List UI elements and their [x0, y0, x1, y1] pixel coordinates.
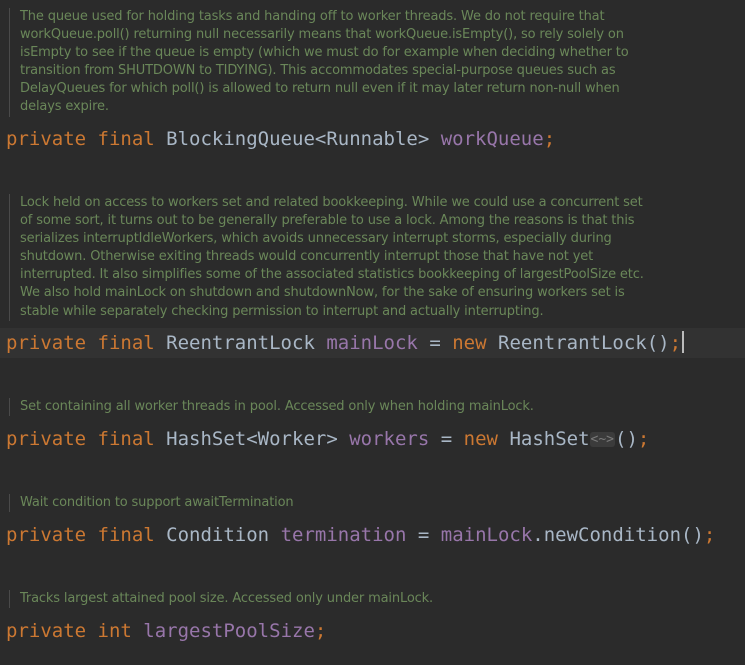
type-name[interactable]: ReentrantLock [166, 332, 315, 354]
call-target[interactable]: mainLock [441, 524, 533, 546]
field-name[interactable]: workQueue [441, 128, 544, 150]
doc-line: shutdown. Otherwise exiting threads woul… [20, 249, 594, 265]
field-name[interactable]: termination [281, 524, 407, 546]
new-keyword: new [463, 428, 498, 450]
assign-operator: = [417, 524, 430, 546]
code-line-mainlock[interactable]: private final ReentrantLock mainLock = n… [0, 328, 745, 358]
code-line-workers[interactable]: private final HashSet<Worker> workers = … [0, 424, 745, 454]
constructor-name[interactable]: HashSet [509, 428, 589, 450]
semicolon: ; [543, 128, 556, 150]
field-name[interactable]: largestPoolSize [143, 620, 315, 642]
folded-diamond-icon[interactable]: <~> [589, 432, 615, 447]
doc-line: Tracks largest attained pool size. Acces… [20, 591, 433, 606]
doc-line: Wait condition to support awaitTerminati… [20, 495, 294, 510]
javadoc-rendered-comment: The queue used for holding tasks and han… [9, 8, 745, 117]
constructor-call[interactable]: ReentrantLock() [498, 332, 670, 354]
doc-line: Lock held on access to workers set and r… [20, 195, 643, 210]
semicolon: ; [637, 428, 650, 450]
doc-line: interrupted. It also simplifies some of … [20, 267, 644, 283]
field-name[interactable]: mainLock [326, 332, 418, 354]
modifiers: private final [6, 524, 155, 546]
doc-line: isEmpty to see if the queue is empty (wh… [20, 45, 629, 61]
assign-operator: = [429, 332, 441, 354]
type-name[interactable]: BlockingQueue<Runnable> [166, 128, 429, 150]
doc-line: serializes interruptIdleWorkers, which a… [20, 231, 612, 247]
code-line-largestpoolsize[interactable]: private int largestPoolSize; [0, 616, 745, 646]
semicolon: ; [314, 620, 327, 642]
doc-line: stable while separately checking permiss… [20, 303, 544, 319]
doc-line: We also hold mainLock on shutdown and sh… [20, 285, 625, 301]
code-line-termination[interactable]: private final Condition termination = ma… [0, 520, 745, 550]
doc-line: DelayQueues for which poll() is allowed … [20, 81, 620, 97]
semicolon: ; [669, 332, 682, 354]
text-caret [682, 331, 685, 353]
doc-line: The queue used for holding tasks and han… [20, 9, 605, 24]
doc-line: workQueue.poll() returning null necessar… [20, 27, 624, 43]
constructor-parens: () [615, 428, 638, 450]
doc-line: transition from SHUTDOWN to TIDYING). Th… [20, 63, 616, 79]
javadoc-rendered-comment: Lock held on access to workers set and r… [9, 194, 745, 321]
method-call[interactable]: .newCondition() [532, 524, 704, 546]
assign-operator: = [440, 428, 453, 450]
type-name[interactable]: HashSet<Worker> [166, 428, 338, 450]
doc-line: delays expire. [20, 99, 109, 115]
doc-line: Set containing all worker threads in poo… [20, 399, 534, 414]
doc-line: of some sort, it turns out to be general… [20, 213, 635, 229]
javadoc-rendered-comment: Tracks largest attained pool size. Acces… [9, 590, 745, 609]
javadoc-rendered-comment: Wait condition to support awaitTerminati… [9, 494, 745, 513]
modifiers: private int [6, 620, 132, 642]
semicolon: ; [703, 524, 716, 546]
type-name[interactable]: Condition [166, 524, 269, 546]
modifiers: private final [6, 428, 155, 450]
javadoc-rendered-comment: Set containing all worker threads in poo… [9, 398, 745, 417]
modifiers: private final [6, 128, 155, 150]
new-keyword: new [452, 332, 487, 354]
code-editor[interactable]: The queue used for holding tasks and han… [0, 0, 745, 665]
field-name[interactable]: workers [349, 428, 429, 450]
modifiers: private final [6, 332, 155, 354]
code-line-workqueue[interactable]: private final BlockingQueue<Runnable> wo… [0, 124, 745, 154]
